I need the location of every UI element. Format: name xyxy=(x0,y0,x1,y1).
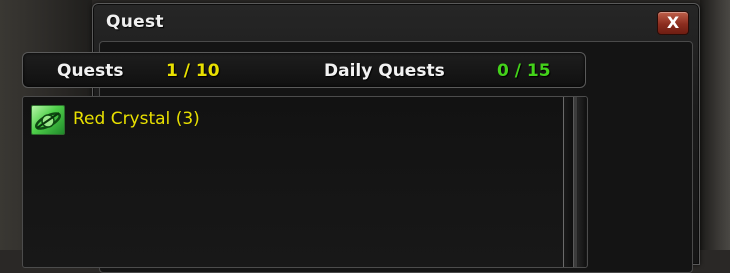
title-bar[interactable]: Quest X xyxy=(93,4,699,38)
daily-quests-count: 0 / 15 xyxy=(497,61,551,81)
window-title: Quest xyxy=(106,12,164,32)
quests-count: 1 / 10 xyxy=(166,61,220,81)
quest-list-scrollbar[interactable] xyxy=(563,97,586,267)
quest-list: Red Crystal (3) xyxy=(22,96,588,268)
background-right xyxy=(700,0,730,250)
quest-counter-bar: Quests 1 / 10 Daily Quests 0 / 15 xyxy=(22,52,586,88)
quest-name: Red Crystal (3) xyxy=(73,109,200,129)
quest-list-item[interactable]: Red Crystal (3) xyxy=(29,103,549,135)
daily-quests-label: Daily Quests xyxy=(324,61,445,81)
quests-label: Quests xyxy=(57,61,124,81)
close-button[interactable]: X xyxy=(657,11,689,35)
quest-scroll-icon xyxy=(31,105,65,135)
scrollbar-track[interactable] xyxy=(573,97,578,267)
